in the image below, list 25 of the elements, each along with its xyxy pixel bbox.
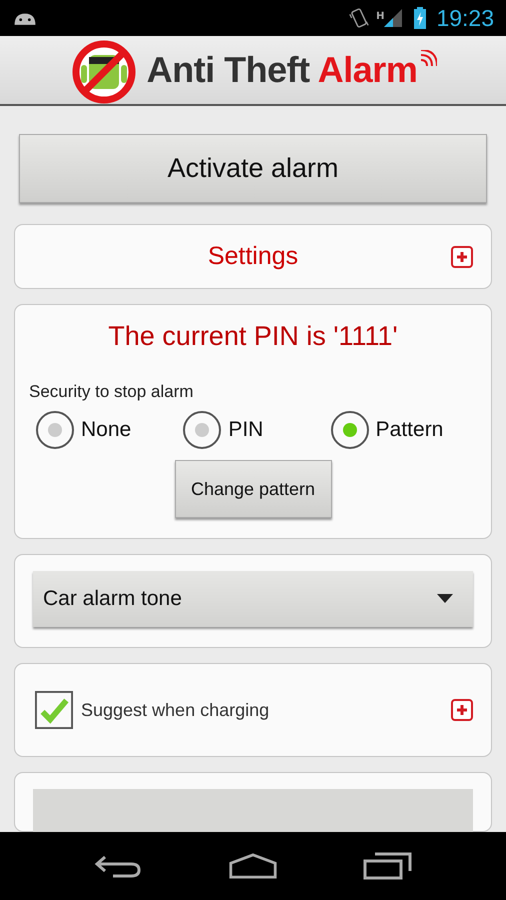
radio-button[interactable] [182, 410, 222, 450]
vibrate-icon [348, 7, 370, 29]
change-pattern-button[interactable]: Change pattern [174, 460, 332, 518]
checkbox[interactable] [35, 691, 73, 729]
settings-label: Settings [206, 241, 300, 272]
tone-dropdown[interactable]: Car alarm tone [33, 571, 473, 627]
radio-label: PIN [228, 418, 264, 442]
radio-button[interactable] [330, 410, 370, 450]
network-type: H [376, 10, 384, 22]
dropdown-caret-icon [437, 594, 453, 604]
clock: 19:23 [436, 4, 494, 32]
recent-apps-icon[interactable] [363, 851, 414, 881]
radio-button[interactable] [35, 410, 75, 450]
app-title: Anti Theft Alarm [146, 49, 418, 91]
security-label: Security to stop alarm [29, 382, 194, 402]
radio-label: None [81, 418, 132, 442]
expand-icon[interactable] [451, 246, 473, 268]
battery-icon [414, 7, 426, 29]
pin-message: The current PIN is '1111' [108, 321, 398, 352]
charging-label: Suggest when charging [81, 700, 270, 720]
radio-label: Pattern [376, 418, 444, 442]
home-icon[interactable] [228, 851, 278, 881]
expand-icon[interactable] [451, 699, 473, 721]
activate-alarm-button[interactable]: Activate alarm [19, 134, 487, 203]
signal-icon [384, 8, 402, 28]
